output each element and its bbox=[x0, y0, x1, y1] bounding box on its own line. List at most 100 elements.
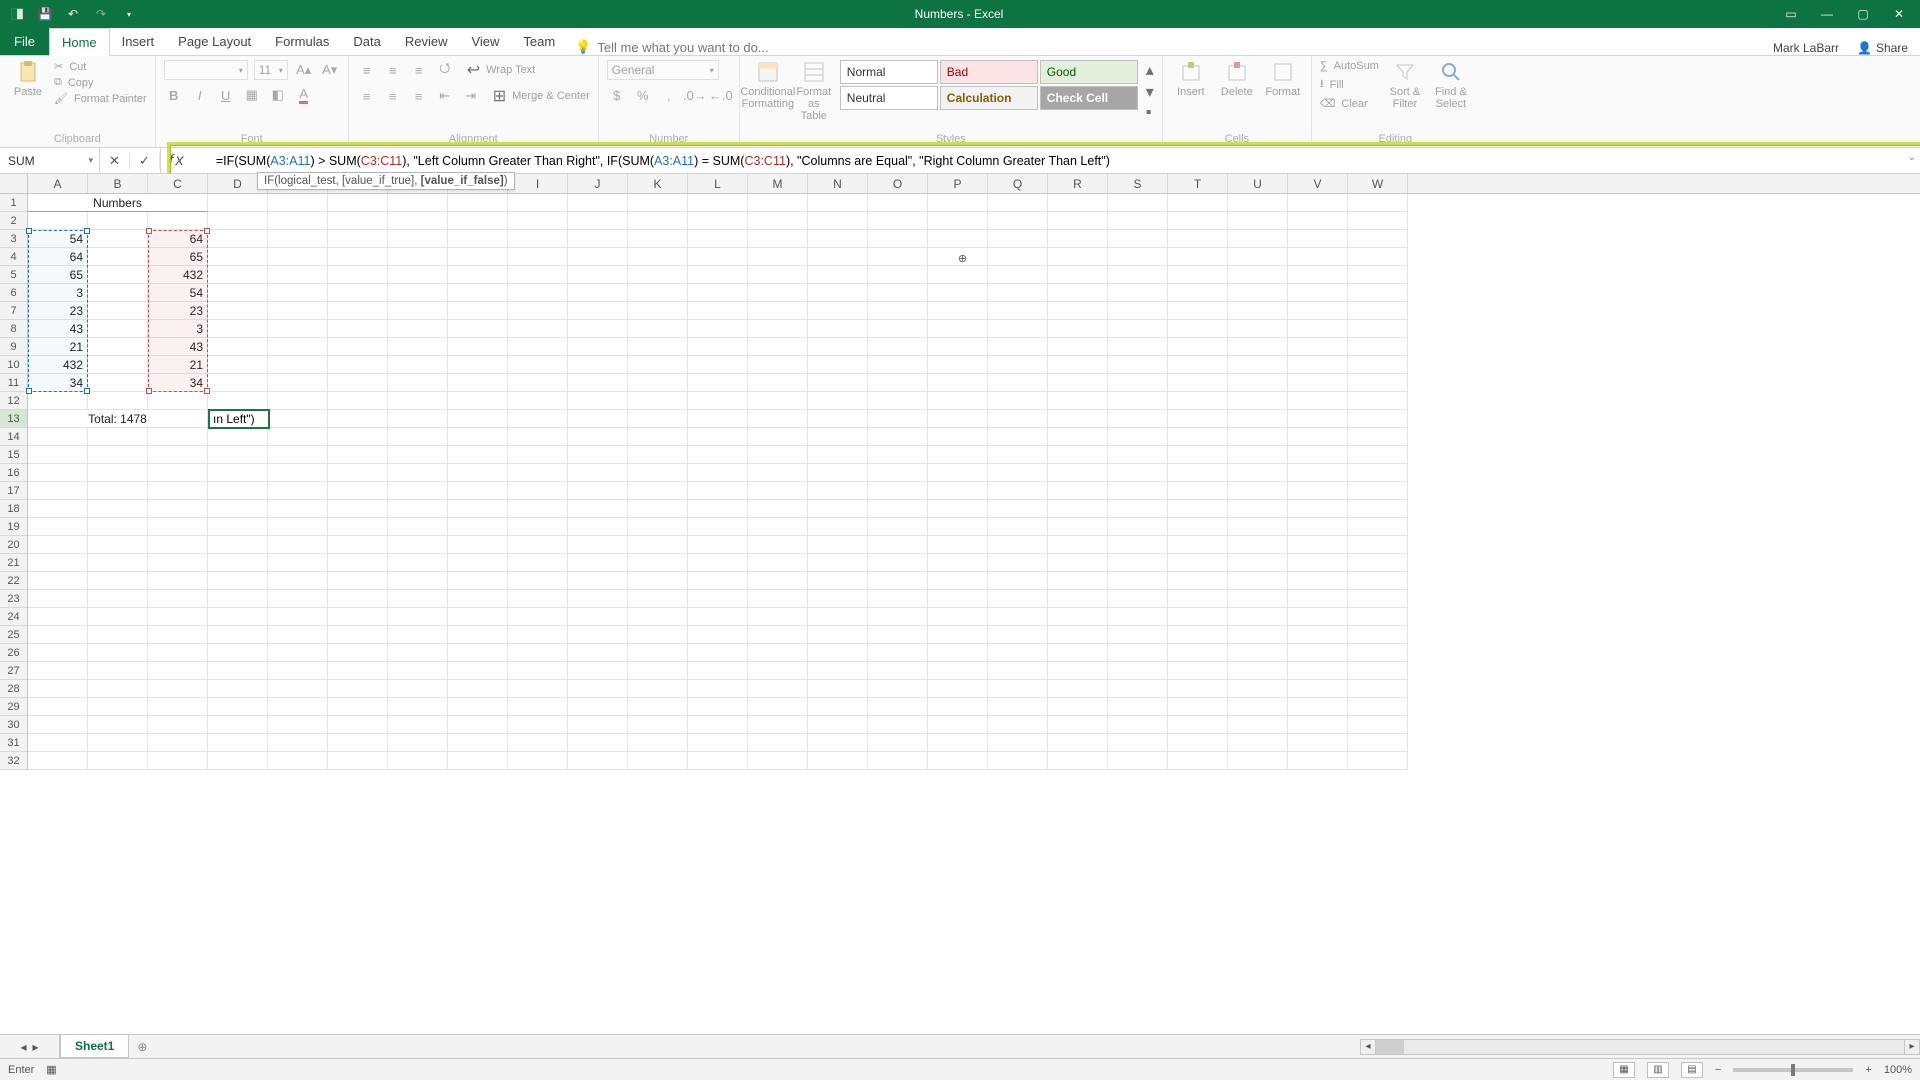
cell[interactable] bbox=[148, 680, 208, 698]
cell[interactable] bbox=[388, 500, 448, 518]
cell[interactable] bbox=[628, 374, 688, 392]
zoom-out-icon[interactable]: − bbox=[1715, 1064, 1721, 1076]
align-top-icon[interactable]: ≡ bbox=[357, 61, 377, 79]
cell[interactable] bbox=[868, 626, 928, 644]
cell-A9[interactable]: 21 bbox=[28, 338, 88, 356]
cell[interactable] bbox=[268, 230, 328, 248]
cell[interactable] bbox=[448, 212, 508, 230]
cell[interactable] bbox=[1168, 680, 1228, 698]
cell[interactable] bbox=[928, 554, 988, 572]
font-size-select[interactable]: 11▾ bbox=[254, 60, 288, 80]
cell[interactable] bbox=[868, 644, 928, 662]
cell[interactable] bbox=[628, 446, 688, 464]
cell[interactable] bbox=[868, 500, 928, 518]
row-header-4[interactable]: 4 bbox=[0, 248, 27, 266]
format-as-table-button[interactable]: Format as Table bbox=[794, 60, 834, 122]
cell[interactable] bbox=[868, 482, 928, 500]
cell[interactable] bbox=[508, 356, 568, 374]
cell[interactable] bbox=[568, 446, 628, 464]
cell[interactable] bbox=[208, 266, 268, 284]
cell[interactable] bbox=[388, 284, 448, 302]
cell[interactable] bbox=[1288, 446, 1348, 464]
cell[interactable] bbox=[1168, 626, 1228, 644]
cell[interactable] bbox=[808, 266, 868, 284]
cell[interactable] bbox=[628, 608, 688, 626]
cell[interactable] bbox=[1048, 608, 1108, 626]
cell[interactable] bbox=[88, 320, 148, 338]
cell[interactable] bbox=[268, 482, 328, 500]
cell[interactable] bbox=[148, 392, 208, 410]
cell[interactable] bbox=[1108, 482, 1168, 500]
cell[interactable] bbox=[1108, 392, 1168, 410]
cell[interactable] bbox=[1348, 374, 1408, 392]
font-color-icon[interactable]: A bbox=[294, 86, 314, 104]
cell[interactable] bbox=[508, 428, 568, 446]
cell[interactable] bbox=[688, 752, 748, 770]
cell[interactable] bbox=[1168, 266, 1228, 284]
cell[interactable] bbox=[1228, 446, 1288, 464]
cell[interactable] bbox=[928, 320, 988, 338]
cell[interactable] bbox=[1348, 752, 1408, 770]
cell[interactable] bbox=[268, 194, 328, 212]
cell[interactable] bbox=[568, 464, 628, 482]
zoom-slider[interactable] bbox=[1733, 1068, 1853, 1072]
cell[interactable] bbox=[208, 680, 268, 698]
find-select-button[interactable]: Find & Select bbox=[1431, 60, 1471, 110]
cell[interactable] bbox=[928, 626, 988, 644]
cell[interactable] bbox=[1228, 680, 1288, 698]
gallery-down-icon[interactable]: ▾ bbox=[1146, 82, 1154, 102]
cell[interactable] bbox=[28, 554, 88, 572]
cell[interactable] bbox=[328, 608, 388, 626]
cell[interactable] bbox=[748, 518, 808, 536]
cell[interactable] bbox=[28, 590, 88, 608]
cell[interactable] bbox=[928, 194, 988, 212]
cell-A10[interactable]: 432 bbox=[28, 356, 88, 374]
cell[interactable] bbox=[808, 590, 868, 608]
decrease-font-icon[interactable]: A▾ bbox=[320, 61, 340, 79]
cell[interactable] bbox=[28, 698, 88, 716]
cell[interactable] bbox=[808, 212, 868, 230]
cell[interactable] bbox=[208, 302, 268, 320]
cell[interactable] bbox=[448, 428, 508, 446]
cell[interactable] bbox=[208, 536, 268, 554]
comma-format-icon[interactable]: , bbox=[659, 86, 679, 104]
cell[interactable] bbox=[148, 662, 208, 680]
cell[interactable] bbox=[1108, 428, 1168, 446]
cell[interactable] bbox=[1288, 518, 1348, 536]
cell[interactable] bbox=[1348, 266, 1408, 284]
cell[interactable] bbox=[688, 284, 748, 302]
cell[interactable] bbox=[1048, 374, 1108, 392]
row-header-26[interactable]: 26 bbox=[0, 644, 27, 662]
cell-A8[interactable]: 43 bbox=[28, 320, 88, 338]
redo-icon[interactable]: ↷ bbox=[92, 5, 110, 23]
sheet-nav[interactable]: ◂▸ bbox=[0, 1035, 60, 1058]
cell[interactable] bbox=[328, 572, 388, 590]
cell[interactable] bbox=[868, 608, 928, 626]
cell[interactable] bbox=[208, 716, 268, 734]
cell[interactable] bbox=[748, 374, 808, 392]
cell[interactable] bbox=[148, 554, 208, 572]
align-center-icon[interactable]: ≡ bbox=[383, 87, 403, 105]
cell[interactable] bbox=[688, 698, 748, 716]
cell[interactable] bbox=[688, 212, 748, 230]
cell[interactable] bbox=[508, 518, 568, 536]
cell[interactable] bbox=[448, 716, 508, 734]
cell[interactable] bbox=[1108, 194, 1168, 212]
cell[interactable] bbox=[88, 428, 148, 446]
cell[interactable] bbox=[208, 284, 268, 302]
maximize-icon[interactable]: ▢ bbox=[1852, 7, 1874, 21]
cell[interactable] bbox=[508, 500, 568, 518]
fill-button[interactable]: ⭳Fill bbox=[1320, 75, 1379, 94]
cell[interactable] bbox=[988, 698, 1048, 716]
cell[interactable] bbox=[88, 284, 148, 302]
cell[interactable] bbox=[148, 734, 208, 752]
cell-A6[interactable]: 3 bbox=[28, 284, 88, 302]
cell[interactable] bbox=[928, 500, 988, 518]
cell[interactable] bbox=[1228, 662, 1288, 680]
cell[interactable] bbox=[928, 428, 988, 446]
cell[interactable] bbox=[688, 626, 748, 644]
cell[interactable] bbox=[1348, 212, 1408, 230]
cell[interactable] bbox=[1228, 428, 1288, 446]
cell[interactable] bbox=[748, 500, 808, 518]
cell[interactable] bbox=[808, 482, 868, 500]
